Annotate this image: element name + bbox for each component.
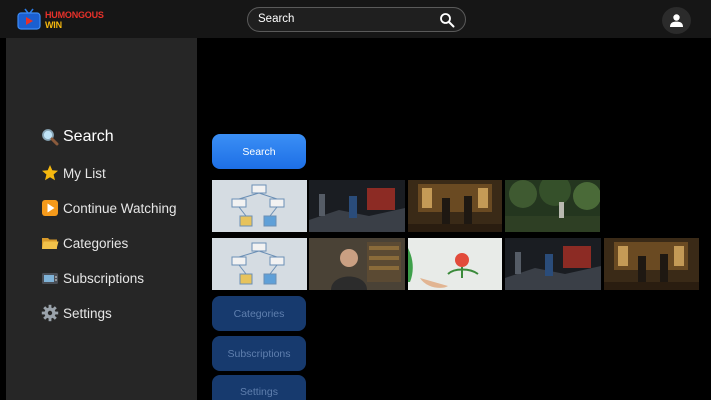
magnifier-icon: [41, 128, 59, 146]
star-icon: [41, 164, 59, 182]
app-logo-text: HUMONGOUS WIN: [45, 10, 104, 30]
header-search-box[interactable]: Search: [247, 7, 466, 32]
video-thumbnail[interactable]: [309, 238, 405, 290]
video-thumbnail[interactable]: [408, 238, 502, 290]
video-thumbnail[interactable]: [309, 180, 405, 232]
search-icon[interactable]: [439, 12, 455, 28]
video-thumbnail[interactable]: [505, 180, 600, 232]
logo-line-1: HUMONGOUS: [45, 10, 104, 20]
video-thumbnail[interactable]: [408, 180, 502, 232]
folder-icon: [41, 234, 59, 252]
tv-icon: [41, 269, 59, 287]
sidebar: [6, 38, 197, 400]
logo-line-2: WIN: [45, 20, 62, 30]
video-thumbnail[interactable]: [212, 238, 307, 290]
search-button[interactable]: Search: [212, 134, 306, 169]
settings-button[interactable]: Settings: [212, 375, 306, 400]
account-button[interactable]: [662, 7, 691, 34]
sidebar-item-label: Search: [63, 128, 114, 145]
sidebar-item-continue-watching[interactable]: Continue Watching: [41, 199, 177, 217]
gear-icon: [41, 304, 59, 322]
video-thumbnail[interactable]: [604, 238, 699, 290]
subscriptions-button[interactable]: Subscriptions: [212, 336, 306, 371]
top-bar: HUMONGOUS WIN Search: [0, 0, 711, 38]
header-search-text: Search: [258, 13, 295, 25]
sidebar-item-subscriptions[interactable]: Subscriptions: [41, 269, 144, 287]
sidebar-item-label: Settings: [63, 305, 112, 321]
sidebar-item-label: Categories: [63, 235, 129, 251]
video-thumbnail[interactable]: [505, 238, 601, 290]
sidebar-item-label: My List: [63, 165, 106, 181]
app-logo-icon[interactable]: [17, 8, 41, 30]
sidebar-item-my-list[interactable]: My List: [41, 164, 106, 182]
user-icon: [670, 14, 683, 27]
sidebar-item-label: Subscriptions: [63, 270, 145, 286]
video-thumbnail[interactable]: [212, 180, 307, 232]
sidebar-item-label: Continue Watching: [63, 200, 177, 216]
play-icon: [41, 199, 59, 217]
sidebar-item-categories[interactable]: Categories: [41, 234, 128, 252]
sidebar-item-search[interactable]: Search: [41, 128, 114, 146]
categories-button[interactable]: Categories: [212, 296, 306, 331]
sidebar-item-settings[interactable]: Settings: [41, 304, 112, 322]
